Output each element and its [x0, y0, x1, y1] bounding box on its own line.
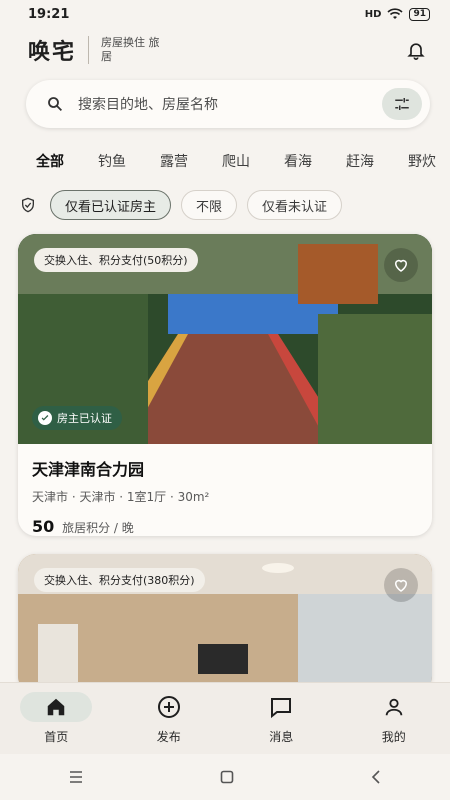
nav-profile-label: 我的: [381, 730, 406, 744]
person-icon: [385, 698, 402, 716]
listing-card[interactable]: 交换入住、积分支付(50积分) 房主已认证 天津津南合力园 天津市 · 天津市 …: [18, 234, 432, 536]
nav-publish-icon-wrap: [133, 692, 205, 722]
heart-icon: [394, 579, 408, 592]
tab-camping[interactable]: 露营: [160, 151, 188, 171]
listing-price-value: 50: [32, 517, 55, 536]
tab-beachcombing[interactable]: 赶海: [346, 151, 374, 171]
tab-all[interactable]: 全部: [36, 151, 64, 171]
status-time: 19:21: [28, 6, 70, 22]
shield-check-icon: [22, 197, 34, 213]
favorite-button[interactable]: [384, 248, 418, 282]
wifi-icon: [387, 8, 404, 19]
home-square-icon[interactable]: [220, 770, 234, 784]
network-indicator: HD: [364, 8, 382, 20]
back-icon[interactable]: [370, 770, 382, 784]
battery-indicator: 91: [409, 7, 430, 21]
message-icon: [271, 698, 292, 719]
header-divider: [88, 36, 90, 64]
filter-chip-unverified-only[interactable]: 仅看未认证: [247, 190, 343, 220]
nav-home-icon-wrap: [20, 692, 93, 722]
listing-price: 50 旅居积分 / 晚: [32, 517, 418, 536]
nav-messages[interactable]: 消息: [241, 692, 321, 745]
filter-chip-any[interactable]: 不限: [181, 190, 238, 220]
check-badge-icon: [38, 411, 52, 425]
owner-verified-label: 房主已认证: [57, 412, 112, 425]
listing-payment-badge: 交换入住、积分支付(380积分): [34, 568, 205, 592]
nav-profile[interactable]: 我的: [354, 692, 434, 745]
home-icon: [48, 698, 65, 716]
menu-icon[interactable]: [68, 770, 84, 784]
listing-title: 天津津南合力园: [32, 460, 145, 479]
owner-verified-badge: 房主已认证: [32, 406, 122, 430]
nav-messages-icon-wrap: [245, 692, 317, 722]
nav-messages-label: 消息: [269, 730, 294, 744]
nav-home[interactable]: 首页: [16, 692, 96, 745]
add-circle-icon: [157, 696, 180, 718]
bell-icon[interactable]: [406, 40, 426, 60]
system-navigation-bar: [0, 754, 450, 800]
verification-filters: 仅看已认证房主 不限 仅看未认证: [0, 190, 450, 220]
app-tagline: 房屋换住 旅居: [101, 36, 160, 63]
tab-hiking[interactable]: 爬山: [222, 151, 250, 171]
app-header: 唤宅 房屋换住 旅居: [0, 28, 450, 72]
listing-info: 天津津南合力园 天津市 · 天津市 · 1室1厅 · 30m² 50 旅居积分 …: [18, 444, 432, 536]
status-icons: HD 91: [364, 7, 430, 21]
listing-payment-badge: 交换入住、积分支付(50积分): [34, 248, 198, 272]
filter-chip-verified-only[interactable]: 仅看已认证房主: [50, 190, 172, 220]
search-icon: [48, 97, 63, 112]
nav-home-label: 首页: [44, 730, 69, 744]
listing-subtitle: 天津市 · 天津市 · 1室1厅 · 30m²: [32, 490, 210, 504]
listing-card[interactable]: 交换入住、积分支付(380积分): [18, 554, 432, 694]
sliders-icon: [395, 98, 409, 110]
app-logo: 唤宅: [28, 39, 77, 65]
nav-publish-label: 发布: [156, 730, 181, 744]
bottom-navigation: 首页 发布 消息 我的: [0, 682, 450, 754]
tab-fishing[interactable]: 钓鱼: [98, 151, 126, 171]
listing-price-unit: 旅居积分 / 晚: [62, 521, 134, 535]
listing-photo[interactable]: 交换入住、积分支付(50积分) 房主已认证: [18, 234, 432, 444]
search-bar[interactable]: 搜索目的地、房屋名称: [26, 80, 430, 128]
category-tabs: 全部 钓鱼 露营 爬山 看海 赶海 野炊: [0, 146, 450, 176]
status-bar: 19:21 HD 91: [0, 0, 450, 28]
search-input[interactable]: 搜索目的地、房屋名称: [78, 94, 382, 114]
tab-seaview[interactable]: 看海: [284, 151, 312, 171]
favorite-button[interactable]: [384, 568, 418, 602]
listing-photo[interactable]: 交换入住、积分支付(380积分): [18, 554, 432, 694]
tab-picnic[interactable]: 野炊: [408, 151, 436, 171]
nav-profile-icon-wrap: [358, 692, 430, 722]
nav-publish[interactable]: 发布: [129, 692, 209, 745]
heart-icon: [394, 259, 408, 272]
filter-button[interactable]: [382, 88, 422, 120]
